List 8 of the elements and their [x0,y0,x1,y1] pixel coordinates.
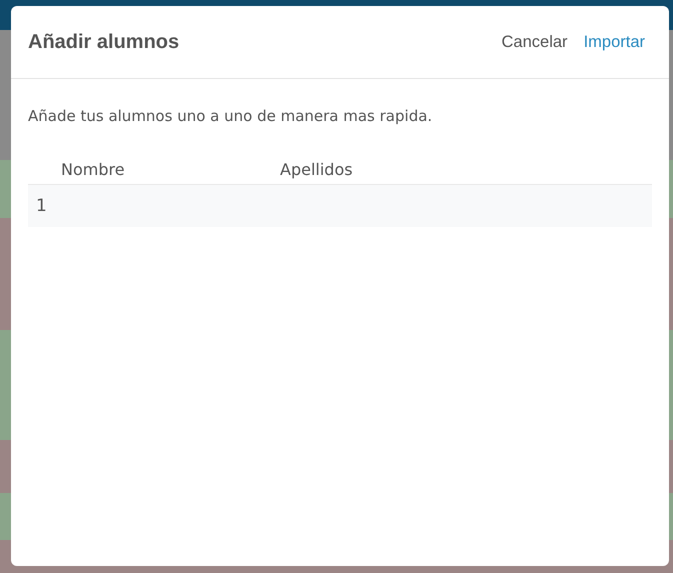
column-header: Apellidos [280,160,354,179]
table-row[interactable]: 1 [28,185,652,227]
import-button[interactable]: Importar [578,28,651,56]
cancel-button[interactable]: Cancelar [496,28,574,56]
column-header: Nombre [61,160,126,179]
dialog-title: Añadir alumnos [28,30,180,54]
description-text: Añade tus alumnos uno a uno de manera mas rapida. [28,107,434,125]
row-number: 1 [35,196,48,216]
